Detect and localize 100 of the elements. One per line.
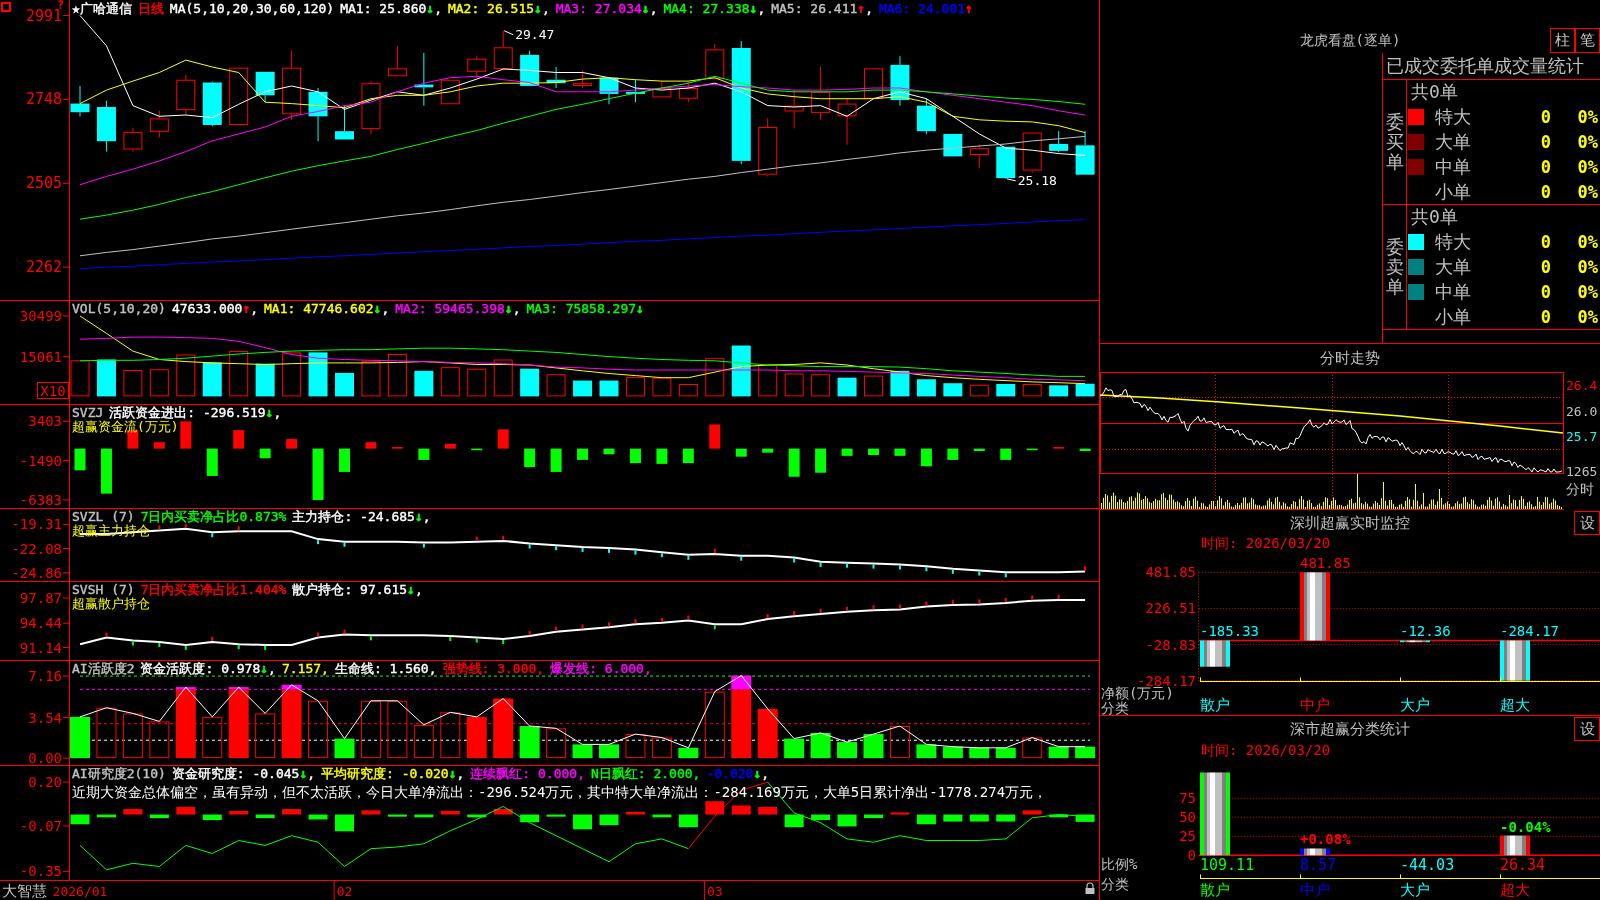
- candle: [229, 67, 249, 126]
- change-marker: [872, 564, 875, 569]
- axis-label: 0.00: [28, 750, 62, 765]
- callout-line: [503, 30, 514, 36]
- indicator-label: 爆发线: 6.000,: [550, 661, 652, 676]
- volume-bar: [758, 365, 778, 397]
- volume-bar: [414, 370, 434, 397]
- fund-flow-bar: [286, 439, 298, 449]
- axis-label: -1490: [19, 452, 62, 469]
- volume-bar: [625, 377, 645, 397]
- fund-flow-bar: [920, 448, 932, 467]
- category-label: 大户: [1400, 881, 1430, 899]
- net-amount-bar: [1300, 572, 1330, 641]
- research-bar: [1022, 810, 1042, 815]
- research-bar: [414, 814, 434, 818]
- indicator-label: 连续飘红: 0.000,: [470, 766, 585, 781]
- fund-flow-bar: [629, 448, 641, 464]
- fund-flow-bar: [735, 448, 747, 457]
- research-bar: [625, 811, 645, 815]
- activity-bar: [625, 734, 646, 759]
- research-bar: [758, 806, 778, 815]
- category-label: 散户: [1200, 881, 1230, 899]
- order-size-label: 特大: [1435, 229, 1471, 254]
- change-marker: [555, 546, 558, 551]
- axis-label: -22.08: [11, 540, 62, 557]
- indicator-label: MA3: 27.034↓,: [555, 1, 658, 16]
- candle: [361, 80, 381, 135]
- indicator-label: 日线: [137, 1, 164, 16]
- activity-bar: [387, 700, 408, 759]
- indicator-label: 主力持仓: -24.685↓,: [292, 509, 431, 524]
- activity-bar: [308, 700, 329, 759]
- change-marker: [502, 535, 505, 540]
- indicator-label: 47633.000↑,: [171, 301, 259, 316]
- axis-label: 2748: [25, 90, 62, 109]
- volume-bar: [361, 360, 381, 397]
- change-marker: [343, 542, 346, 547]
- candle: [1022, 132, 1042, 174]
- research-bar: [916, 814, 936, 825]
- volume-bar: [229, 351, 249, 397]
- ratio-bar: [1500, 835, 1530, 856]
- fund-flow-bar: [1079, 448, 1091, 452]
- fund-flow-bar: [656, 448, 668, 464]
- indicator-label: MA4: 27.338↓,: [663, 1, 766, 16]
- change-marker: [898, 565, 901, 570]
- candle: [335, 105, 354, 140]
- bar-value-label: 481.85: [1300, 555, 1351, 572]
- axis-label: -19.31: [11, 516, 62, 533]
- activity-bar: [96, 707, 117, 759]
- volume-bar: [467, 368, 487, 397]
- volume-bar: [176, 354, 196, 397]
- volume-bar: [705, 358, 725, 397]
- view-toggle-button[interactable]: 柱: [1550, 28, 1575, 53]
- order-size-label: 大单: [1435, 129, 1471, 154]
- fund-flow-bar: [100, 448, 112, 494]
- settings-button[interactable]: 设: [1574, 511, 1600, 535]
- fund-flow-bar: [524, 448, 536, 468]
- volume-bar: [1022, 384, 1042, 397]
- category-label: 大户: [1400, 696, 1430, 714]
- activity-bar: [1022, 737, 1043, 759]
- axis-label: 15061: [19, 348, 62, 365]
- fund-flow-bar: [312, 448, 324, 501]
- settings-button[interactable]: 设: [1574, 717, 1600, 741]
- indicator-label: MA5: 26.411↑,: [771, 1, 873, 16]
- candle: [943, 133, 963, 157]
- axis-label: 3.54: [28, 709, 62, 726]
- net-amount-bar: [1500, 640, 1530, 681]
- bar-value-label: -284.17: [1500, 623, 1559, 640]
- bar-value-label: 26.34: [1500, 856, 1546, 874]
- candle: [493, 30, 513, 71]
- change-marker: [793, 558, 796, 563]
- research-bar: [1075, 814, 1095, 822]
- indicator-label: VOL(5,10,20): [72, 301, 166, 316]
- candle: [176, 74, 196, 116]
- axis-label: 2262: [25, 258, 62, 277]
- fund-flow-bar: [206, 448, 218, 476]
- date-label: 02: [336, 883, 353, 899]
- fund-flow-bar: [365, 442, 377, 449]
- fund-flow-bar: [709, 424, 721, 449]
- axis-label: 2505: [25, 174, 62, 193]
- change-marker: [978, 571, 981, 576]
- change-marker: [713, 625, 716, 630]
- axis-label: 75: [1179, 790, 1196, 807]
- research-bar: [308, 814, 328, 820]
- activity-bar: [493, 698, 514, 759]
- research-bar: [784, 814, 804, 828]
- axis-label: -24.86: [11, 564, 62, 581]
- view-toggle-button[interactable]: 笔: [1575, 28, 1600, 53]
- activity-bar: [651, 737, 672, 759]
- change-marker: [846, 563, 849, 568]
- fund-flow-bar: [259, 448, 271, 459]
- axis-title: 比例%: [1101, 856, 1138, 872]
- change-marker: [237, 645, 240, 650]
- activity-bar: [969, 747, 990, 759]
- research-bar: [573, 814, 593, 830]
- change-marker: [819, 609, 822, 613]
- indicator-label: 散户持仓: 97.615↓,: [292, 582, 423, 597]
- change-marker: [1057, 595, 1060, 599]
- change-marker: [872, 605, 875, 610]
- research-bar: [335, 814, 354, 832]
- axis-label: -6383: [19, 491, 62, 508]
